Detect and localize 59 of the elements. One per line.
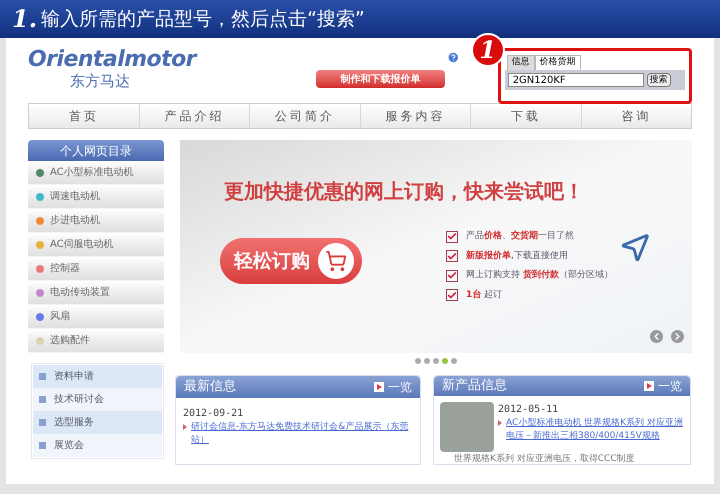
nav-item[interactable]: 服务内容 [360,104,470,128]
nav-item[interactable]: 下载 [470,104,580,128]
order-button[interactable]: 轻松订购 [220,238,362,284]
sidebar-item[interactable]: 调速电动机 [28,185,164,209]
nav-item[interactable]: 咨询 [580,104,691,128]
feature-text: 产品价格、交货期一目了然 [466,230,574,243]
brand-chinese-name: 东方马达 [69,72,131,90]
motor-photo [440,402,494,452]
search-field[interactable]: 2GN120KF [508,73,644,87]
check-icon [446,289,458,302]
help-icon[interactable] [447,51,460,64]
nav-item[interactable]: 产品介绍 [138,104,249,128]
product-snippet: 世界规格K系列 对应亚洲电压，取得CCC制度 [454,452,636,464]
more-link[interactable]: 一览 [644,376,682,395]
next-button[interactable] [671,330,684,343]
sidebar-item[interactable]: 风扇 [28,305,164,329]
product-link[interactable]: AC小型标准电动机 世界规格K系列 对应亚洲电压－新推出三相380/400/415V规格 [506,416,686,442]
feature-text: 网上订购支持 货到付款（部分区域） [466,269,613,282]
sidebar-item[interactable]: 选购配件 [28,329,164,353]
search-button[interactable]: 搜索 [646,73,671,87]
play-icon [644,380,654,391]
square-icon [39,373,46,380]
feature-text: 1台 起订 [466,288,502,302]
panel-title: 最新信息 [184,378,236,396]
quick-link[interactable]: 选型服务 [33,411,162,434]
instruction-text: 输入所需的产品型号，然后点击“搜索” [41,6,365,32]
quick-link[interactable]: 技术研讨会 [33,388,162,411]
sidebar-item[interactable]: AC伺服电动机 [28,233,164,257]
sidebar-item[interactable]: 步进电动机 [28,209,164,233]
sidebar-item[interactable]: 电动传动装置 [28,281,164,305]
check-icon [446,230,458,243]
sidebar-title: 个人网页目录 [28,140,164,161]
square-icon [39,419,46,426]
quick-link[interactable]: 展览会 [33,434,162,457]
nav-item[interactable]: 公司简介 [249,104,360,128]
square-icon [39,442,46,449]
brand-logo: Orientalmotor [28,48,196,72]
news-link[interactable]: 研讨会信息-东方马达免费技术研讨会&产品展示（东莞站） [191,421,414,447]
sidebar-item[interactable]: AC小型标准电动机 [28,161,164,185]
play-icon [374,382,384,392]
search-tab[interactable]: 价格货期 [534,55,581,70]
more-link[interactable]: 一览 [374,378,412,396]
previous-button[interactable] [650,330,663,343]
check-icon [446,250,458,262]
news-date: 2012-09-21 [183,407,244,421]
callout-badge: 1 [470,33,505,67]
feature-text: 新版报价单,下载直接使用 [466,250,568,262]
nav-item[interactable]: 首页 [29,104,138,128]
quote-button[interactable]: 制作和下载报价单 [316,70,446,88]
panel-title: 新产品信息 [442,377,507,395]
square-icon [39,396,46,403]
step-number: 1. [12,3,38,35]
search-tab[interactable]: 信息 [506,55,535,70]
check-icon [446,270,458,282]
product-date: 2012-05-11 [498,402,560,416]
banner-headline: 更加快捷优惠的网上订购，快来尝试吧！ [224,178,585,205]
quick-link[interactable]: 资料申请 [33,365,162,388]
cart-icon [318,243,354,279]
sidebar-item[interactable]: 控制器 [28,257,164,281]
